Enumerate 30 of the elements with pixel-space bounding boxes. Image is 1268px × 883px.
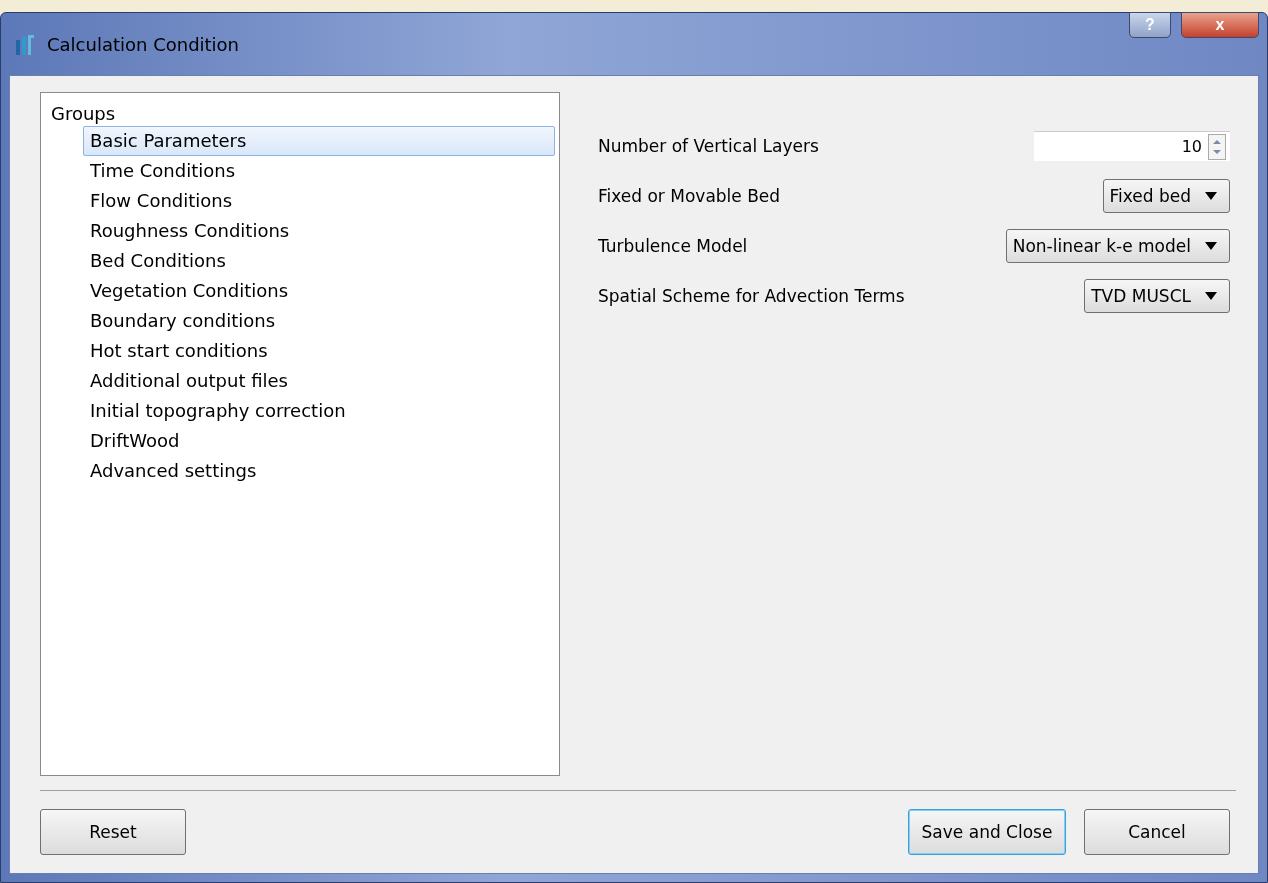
caret-icon	[1205, 192, 1217, 200]
dialog-button[interactable]: Cancel	[1084, 809, 1230, 855]
group-item[interactable]: Advanced settings	[83, 456, 555, 486]
group-item[interactable]: Time Conditions	[83, 156, 555, 186]
groups-header: Groups	[50, 103, 117, 124]
field-label: Turbulence Model	[598, 236, 748, 256]
reset-button[interactable]: Reset	[40, 809, 186, 855]
dropdown[interactable]: TVD MUSCL	[1084, 279, 1230, 313]
group-item[interactable]: Basic Parameters	[83, 126, 555, 156]
group-item[interactable]: Additional output files	[83, 366, 555, 396]
group-item[interactable]: Bed Conditions	[83, 246, 555, 276]
group-item[interactable]: Flow Conditions	[83, 186, 555, 216]
group-item[interactable]: Vegetation Conditions	[83, 276, 555, 306]
group-item[interactable]: Initial topography correction	[83, 396, 555, 426]
caret-icon	[1205, 242, 1217, 250]
spin-arrows-icon[interactable]	[1208, 133, 1226, 160]
window-title: Calculation Condition	[47, 33, 241, 55]
field-label: Fixed or Movable Bed	[598, 186, 781, 206]
dialog-button[interactable]: Save and Close	[908, 809, 1066, 855]
group-item[interactable]: Hot start conditions	[83, 336, 555, 366]
group-item[interactable]: DriftWood	[83, 426, 555, 456]
dropdown[interactable]: Non-linear k-e model	[1005, 229, 1230, 263]
group-item[interactable]: Roughness Conditions	[83, 216, 555, 246]
field-label: Spatial Scheme for Advection Terms	[598, 286, 905, 306]
field-label: Number of Vertical Layers	[598, 136, 819, 156]
app-logo-icon	[15, 32, 37, 56]
group-item[interactable]: Boundary conditions	[83, 306, 555, 336]
caret-icon	[1205, 292, 1217, 300]
dropdown[interactable]: Fixed bed	[1102, 179, 1230, 213]
spin-box[interactable]: 10	[1034, 131, 1230, 161]
